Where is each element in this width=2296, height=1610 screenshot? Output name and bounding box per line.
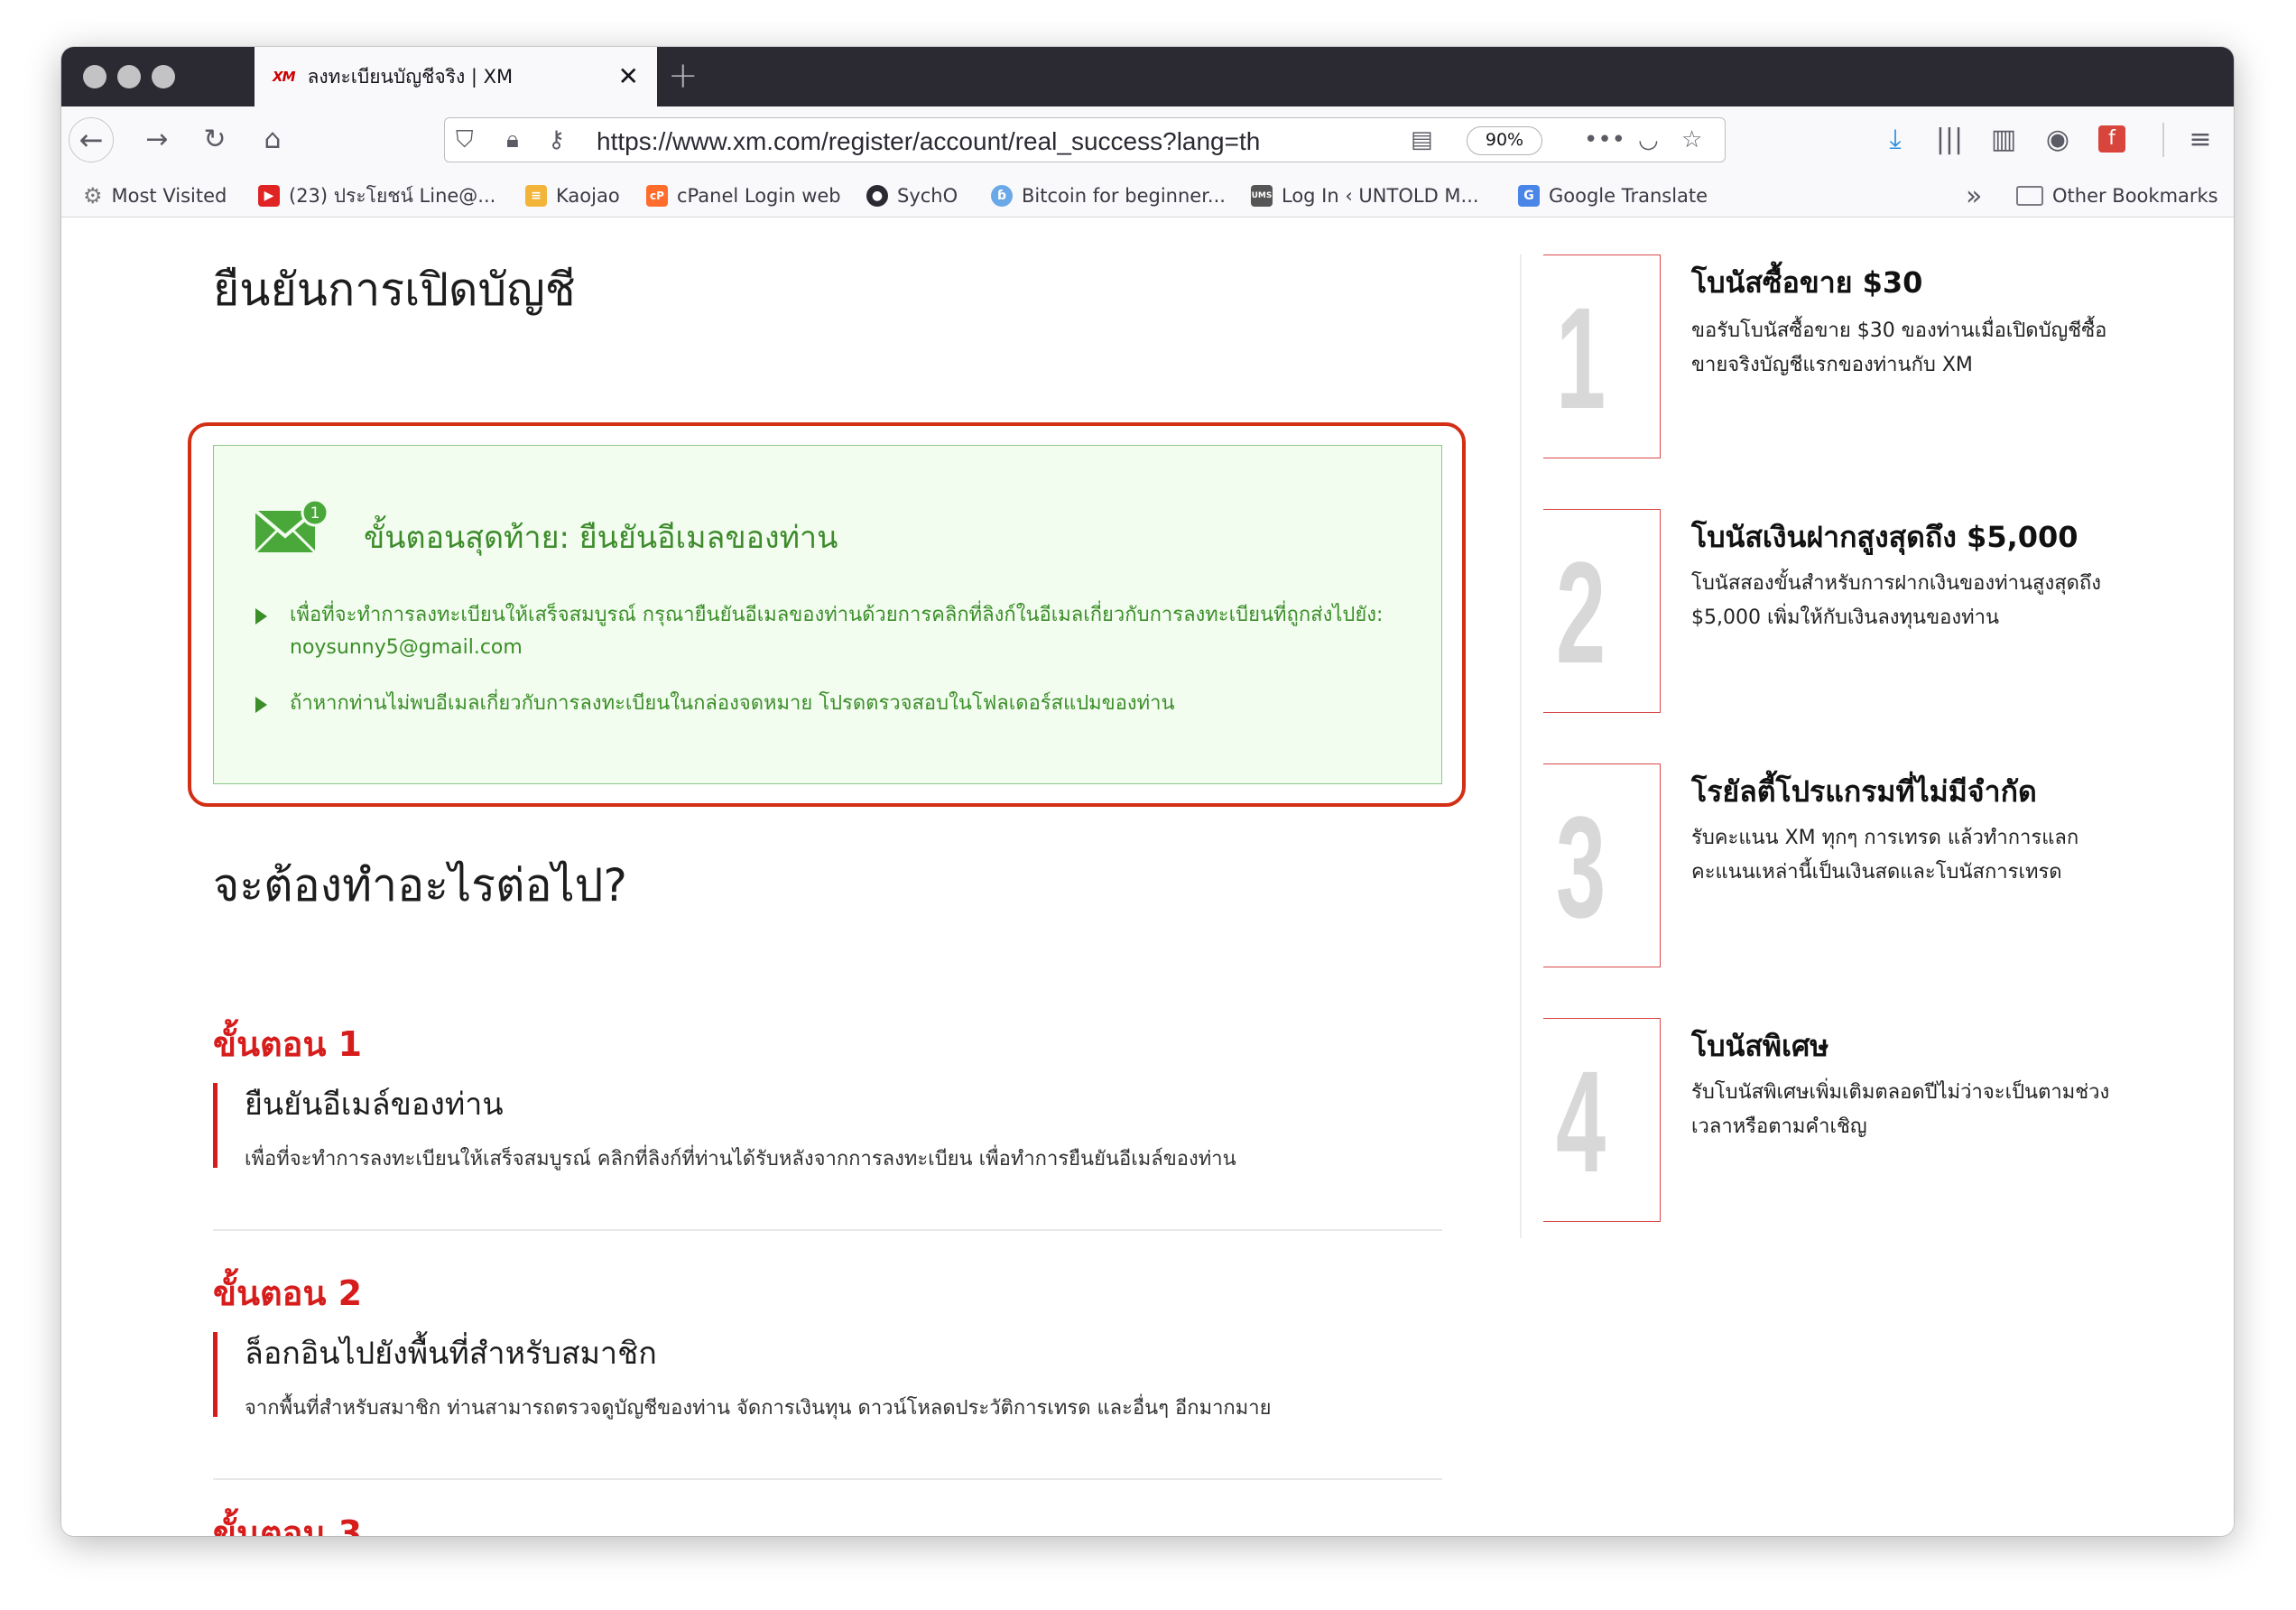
bullet-arrow-icon <box>255 697 267 713</box>
pocket-icon[interactable]: ◡ <box>1638 126 1659 153</box>
google-translate-icon: G <box>1518 185 1540 207</box>
library-icon[interactable]: ||| <box>1930 119 1969 159</box>
page-actions-icon[interactable]: ••• <box>1584 126 1625 153</box>
benefit-2-number-box: 2 <box>1543 509 1661 713</box>
flash-extension-icon[interactable]: f <box>2092 119 2132 159</box>
xm-favicon-icon: XM <box>273 69 295 85</box>
github-icon: ● <box>866 185 888 207</box>
bookmark-google-translate[interactable]: G Google Translate <box>1518 183 1708 208</box>
menu-icon[interactable]: ≡ <box>2180 119 2220 159</box>
benefit-1-desc: ขอรับโบนัสซื้อขาย $30 ของท่านเมื่อเปิดบั… <box>1691 319 2107 376</box>
browser-window: XM ลงทะเบียนบัญชีจริง | XM ✕ + ← → ↻ ⌂ ⛉… <box>61 47 2234 1536</box>
zoom-level[interactable]: 90% <box>1467 126 1542 155</box>
bookmark-line[interactable]: ▶ (23) ประโยชน์ Line@... <box>258 183 495 208</box>
benefit-4-number-box: 4 <box>1543 1018 1661 1222</box>
bookmarks-toolbar: ⚙ Most Visited ▶ (23) ประโยชน์ Line@... ≡ K… <box>61 172 2234 217</box>
step-2-label: ขั้นตอน 2 <box>213 1273 363 1313</box>
bookmark-kaojao[interactable]: ≡ Kaojao <box>525 183 620 208</box>
step-divider <box>213 1478 1442 1480</box>
account-icon[interactable]: ◉ <box>2038 119 2078 159</box>
home-button[interactable]: ⌂ <box>253 119 292 159</box>
gear-icon: ⚙ <box>83 183 103 208</box>
toolbar-divider <box>2162 123 2164 157</box>
new-tab-button[interactable]: + <box>668 56 699 96</box>
benefit-2-desc: โบนัสสองขั้นสำหรับการฝากเงินของท่านสูงสุ… <box>1691 572 2101 629</box>
downloads-icon[interactable]: ⤓ <box>1875 119 1915 159</box>
benefit-3-desc: รับคะแนน XM ทุกๆ การเทรด แล้วทำการแลกคะแ… <box>1691 827 2079 884</box>
step-2-title: ล็อกอินไปยังพื้นที่สำหรับสมาชิก <box>245 1336 657 1372</box>
page-title: ยืนยันการเปิดบัญชี <box>213 264 576 316</box>
step-1-block: ยืนยันอีเมล์ของท่าน เพื่อที่จะทำการลงทะเ… <box>213 1083 1442 1170</box>
tab-title: ลงทะเบียนบัญชีจริง | XM <box>307 65 514 88</box>
window-close-light[interactable] <box>83 65 106 88</box>
forward-button[interactable]: → <box>137 119 177 159</box>
step-3-label: ขั้นตอน 3 <box>213 1513 363 1536</box>
bookmark-star-icon[interactable]: ☆ <box>1681 126 1702 153</box>
youtube-icon: ▶ <box>258 185 280 207</box>
kaojao-icon: ≡ <box>525 185 547 207</box>
window-minimize-light[interactable] <box>117 65 141 88</box>
bookmarks-overflow-chevron-icon[interactable]: » <box>1966 180 1982 212</box>
bookmark-other-folder[interactable]: Other Bookmarks <box>2016 183 2218 208</box>
next-steps-heading: จะต้องทำอะไรต่อไป? <box>213 859 627 911</box>
sidebar-divider <box>1520 254 1522 1238</box>
benefit-4-title: โบนัสพิเศษ <box>1691 1029 1829 1063</box>
email-confirm-notice: 1 ขั้นตอนสุดท้าย: ยืนยันอีเมลของท่าน เพื… <box>213 445 1442 784</box>
tab-close-icon[interactable]: ✕ <box>618 64 639 89</box>
envelope-badge-count: 1 <box>310 504 320 523</box>
notice-heading: ขั้นตอนสุดท้าย: ยืนยันอีเมลของท่าน <box>364 520 838 556</box>
ums-icon: UMS <box>1251 185 1273 207</box>
step-1-label: ขั้นตอน 1 <box>213 1024 363 1064</box>
reader-view-icon[interactable]: ▤ <box>1411 126 1433 153</box>
window-zoom-light[interactable] <box>152 65 175 88</box>
sidebar-icon[interactable]: ▥ <box>1984 119 2023 159</box>
step-2-block: ล็อกอินไปยังพื้นที่สำหรับสมาชิก จากพื้นท… <box>213 1332 1442 1420</box>
benefit-1-title: โบนัสซื้อขาย $30 <box>1691 265 1923 300</box>
bookmark-sycho[interactable]: ● SychO <box>866 183 958 208</box>
notice-bullet: ถ้าหากท่านไม่พบอีเมลเกี่ยวกับการลงทะเบีย… <box>255 688 1384 720</box>
step-1-desc: เพื่อที่จะทำการลงทะเบียนให้เสร็จสมบูรณ์ … <box>245 1148 1236 1170</box>
tab-bar: XM ลงทะเบียนบัญชีจริง | XM ✕ + <box>61 47 2234 106</box>
benefit-4-desc: รับโบนัสพิเศษเพิ่มเติมตลอดปีไม่ว่าจะเป็น… <box>1691 1081 2110 1138</box>
step-1-title: ยืนยันอีเมล์ของท่าน <box>245 1087 504 1123</box>
back-button[interactable]: ← <box>69 117 114 162</box>
benefit-3-number-box: 3 <box>1543 763 1661 967</box>
benefit-1-number-box: 1 <box>1543 254 1661 458</box>
url-text[interactable]: https://www.xm.com/register/account/real… <box>597 127 1260 156</box>
cpanel-icon: cP <box>646 185 668 207</box>
key-icon[interactable]: ⚷ <box>548 126 565 153</box>
lock-icon[interactable]: 🔒︎ <box>506 126 519 154</box>
page-content: ยืนยันการเปิดบัญชี 1 ขั้นตอนสุดท้าย: ยืน… <box>61 218 2234 1536</box>
url-bar[interactable]: ⛉ 🔒︎ ⚷ https://www.xm.com/register/accou… <box>444 117 1726 162</box>
bullet-arrow-icon <box>255 608 267 625</box>
bookmark-most-visited[interactable]: ⚙ Most Visited <box>83 183 227 208</box>
bookmark-untold[interactable]: UMS Log In ‹ UNTOLD M... <box>1251 183 1479 208</box>
step-divider <box>213 1229 1442 1231</box>
bitcoin-icon: ɓ <box>991 185 1013 207</box>
shield-icon[interactable]: ⛉ <box>456 126 474 154</box>
reload-button[interactable]: ↻ <box>195 119 235 159</box>
benefit-3-title: โรยัลตี้โปรแกรมที่ไม่มีจำกัด <box>1691 774 2037 809</box>
tab-active[interactable]: XM ลงทะเบียนบัญชีจริง | XM ✕ <box>255 47 657 106</box>
step-2-desc: จากพื้นที่สำหรับสมาชิก ท่านสามารถตรวจดูบ… <box>245 1397 1272 1420</box>
envelope-notification-icon: 1 <box>255 500 328 554</box>
bookmark-cpanel[interactable]: cP cPanel Login web <box>646 183 841 208</box>
benefit-2-title: โบนัสเงินฝากสูงสุดถึง $5,000 <box>1691 520 2078 554</box>
nav-toolbar: ← → ↻ ⌂ ⛉ 🔒︎ ⚷ https://www.xm.com/regist… <box>61 106 2234 172</box>
folder-icon <box>2016 186 2043 206</box>
notice-bullet: เพื่อที่จะทำการลงทะเบียนให้เสร็จสมบูรณ์ … <box>255 599 1384 664</box>
bookmark-bitcoin[interactable]: ɓ Bitcoin for beginner... <box>991 183 1226 208</box>
